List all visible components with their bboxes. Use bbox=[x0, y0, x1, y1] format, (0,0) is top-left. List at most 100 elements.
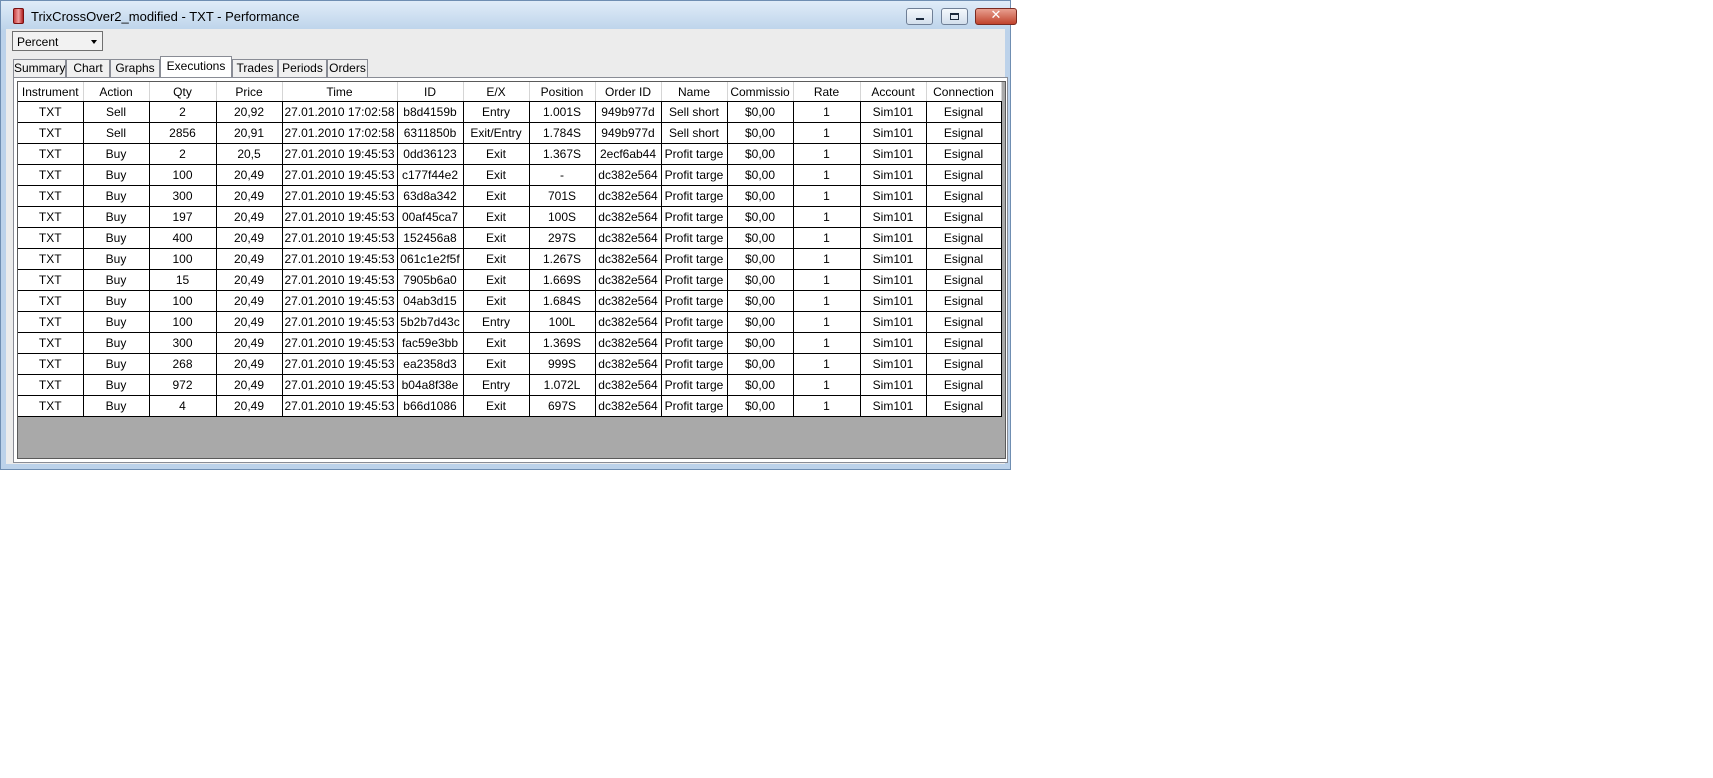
column-header-position[interactable]: Position bbox=[529, 82, 596, 102]
tab-graphs[interactable]: Graphs bbox=[110, 59, 160, 77]
table-cell: 27.01.2010 19:45:53 bbox=[282, 311, 398, 333]
chevron-down-icon bbox=[91, 40, 97, 44]
table-cell: Buy bbox=[83, 374, 150, 396]
table-cell: Buy bbox=[83, 185, 150, 207]
table-cell: Sell bbox=[83, 122, 150, 144]
table-row[interactable]: TXT Buy 268 20,49 27.01.2010 19:45:53 ea2358d… bbox=[18, 353, 1002, 375]
table-cell: Entry bbox=[463, 374, 530, 396]
table-row[interactable]: TXT Buy 300 20,49 27.01.2010 19:45:53 fac59e3… bbox=[18, 332, 1002, 354]
tab-summary[interactable]: Summary bbox=[13, 59, 66, 77]
column-header-e-x[interactable]: E/X bbox=[463, 82, 530, 102]
tab-trades[interactable]: Trades bbox=[232, 59, 278, 77]
table-cell: 20,91 bbox=[216, 122, 283, 144]
table-cell: 1.267S bbox=[529, 248, 596, 270]
table-cell: TXT bbox=[18, 164, 84, 186]
column-header-rate[interactable]: Rate bbox=[793, 82, 861, 102]
table-cell: 27.01.2010 19:45:53 bbox=[282, 164, 398, 186]
display-mode-dropdown[interactable]: Percent bbox=[12, 31, 103, 51]
display-mode-value: Percent bbox=[17, 35, 59, 49]
column-header-connection[interactable]: Connection bbox=[926, 82, 1002, 102]
table-cell: $0,00 bbox=[727, 353, 794, 375]
column-header-name[interactable]: Name bbox=[661, 82, 728, 102]
executions-grid[interactable]: Instrument Action Qty Price Time ID E/X Positio… bbox=[17, 81, 1006, 459]
table-cell: Profit targe bbox=[661, 290, 728, 312]
table-row[interactable]: TXT Buy 400 20,49 27.01.2010 19:45:53 152456a… bbox=[18, 227, 1002, 249]
column-header-account[interactable]: Account bbox=[860, 82, 927, 102]
table-row[interactable]: TXT Buy 100 20,49 27.01.2010 19:45:53 c177f44… bbox=[18, 164, 1002, 186]
table-cell: 4 bbox=[149, 395, 217, 417]
table-cell: $0,00 bbox=[727, 206, 794, 228]
tab-executions[interactable]: Executions bbox=[160, 56, 232, 77]
tab-periods[interactable]: Periods bbox=[278, 59, 327, 77]
executions-panel: Instrument Action Qty Price Time ID E/X Positio… bbox=[13, 77, 1008, 463]
column-header-qty[interactable]: Qty bbox=[149, 82, 217, 102]
minimize-button[interactable] bbox=[906, 8, 933, 25]
app-icon bbox=[13, 8, 24, 24]
table-row[interactable]: TXT Buy 15 20,49 27.01.2010 19:45:53 7905b6a0… bbox=[18, 269, 1002, 291]
table-cell: Profit targe bbox=[661, 311, 728, 333]
column-header-time[interactable]: Time bbox=[282, 82, 398, 102]
table-cell: 27.01.2010 17:02:58 bbox=[282, 122, 398, 144]
table-cell: 20,49 bbox=[216, 185, 283, 207]
table-cell: $0,00 bbox=[727, 101, 794, 123]
close-button[interactable]: ✕ bbox=[975, 8, 1017, 25]
table-cell: Sell bbox=[83, 101, 150, 123]
table-cell: Profit targe bbox=[661, 269, 728, 291]
title-bar[interactable]: TrixCrossOver2_modified - TXT - Performa… bbox=[1, 1, 1017, 31]
table-cell: Sell short bbox=[661, 101, 728, 123]
table-cell: 1 bbox=[793, 101, 861, 123]
table-cell: Sim101 bbox=[860, 269, 927, 291]
column-header-order-id[interactable]: Order ID bbox=[595, 82, 662, 102]
table-cell: 27.01.2010 19:45:53 bbox=[282, 248, 398, 270]
table-row[interactable]: TXT Buy 972 20,49 27.01.2010 19:45:53 b04a8f3… bbox=[18, 374, 1002, 396]
table-cell: 100 bbox=[149, 248, 217, 270]
table-cell: Buy bbox=[83, 353, 150, 375]
table-cell: Profit targe bbox=[661, 395, 728, 417]
table-cell: 20,49 bbox=[216, 248, 283, 270]
table-cell: Exit bbox=[463, 290, 530, 312]
table-row[interactable]: TXT Sell 2 20,92 27.01.2010 17:02:58 b8d4159b… bbox=[18, 101, 1002, 123]
table-cell: Profit targe bbox=[661, 374, 728, 396]
table-cell: 1 bbox=[793, 143, 861, 165]
table-row[interactable]: TXT Buy 300 20,49 27.01.2010 19:45:53 63d8a34… bbox=[18, 185, 1002, 207]
table-row[interactable]: TXT Buy 197 20,49 27.01.2010 19:45:53 00af45c… bbox=[18, 206, 1002, 228]
close-icon: ✕ bbox=[990, 8, 1002, 23]
column-header-action[interactable]: Action bbox=[83, 82, 150, 102]
table-cell: Exit bbox=[463, 206, 530, 228]
table-cell: 1 bbox=[793, 185, 861, 207]
table-cell: Sim101 bbox=[860, 248, 927, 270]
table-row[interactable]: TXT Sell 2856 20,91 27.01.2010 17:02:58 63118… bbox=[18, 122, 1002, 144]
tab-orders[interactable]: Orders bbox=[327, 59, 368, 77]
table-row[interactable]: TXT Buy 2 20,5 27.01.2010 19:45:53 0dd36123 Ex… bbox=[18, 143, 1002, 165]
table-cell: Sim101 bbox=[860, 206, 927, 228]
table-cell: 00af45ca7 bbox=[397, 206, 464, 228]
table-cell: 5b2b7d43c bbox=[397, 311, 464, 333]
table-cell: 1 bbox=[793, 311, 861, 333]
table-cell: Esignal bbox=[926, 269, 1002, 291]
table-cell: TXT bbox=[18, 290, 84, 312]
table-cell: Exit bbox=[463, 353, 530, 375]
maximize-button[interactable] bbox=[941, 8, 968, 25]
table-cell: 27.01.2010 19:45:53 bbox=[282, 353, 398, 375]
table-row[interactable]: TXT Buy 100 20,49 27.01.2010 19:45:53 04ab3d1… bbox=[18, 290, 1002, 312]
table-cell: Buy bbox=[83, 311, 150, 333]
table-row[interactable]: TXT Buy 4 20,49 27.01.2010 19:45:53 b66d1086 E… bbox=[18, 395, 1002, 417]
table-cell: dc382e564 bbox=[595, 206, 662, 228]
tab-chart[interactable]: Chart bbox=[66, 59, 110, 77]
table-cell: 1.684S bbox=[529, 290, 596, 312]
table-cell: 061c1e2f5f bbox=[397, 248, 464, 270]
performance-window: TrixCrossOver2_modified - TXT - Performa… bbox=[0, 0, 1017, 470]
table-cell: dc382e564 bbox=[595, 164, 662, 186]
table-cell: dc382e564 bbox=[595, 290, 662, 312]
table-cell: Esignal bbox=[926, 101, 1002, 123]
column-header-instrument[interactable]: Instrument bbox=[18, 82, 84, 102]
column-header-id[interactable]: ID bbox=[397, 82, 464, 102]
table-row[interactable]: TXT Buy 100 20,49 27.01.2010 19:45:53 061c1e2… bbox=[18, 248, 1002, 270]
table-cell: 20,49 bbox=[216, 395, 283, 417]
column-header-commissio[interactable]: Commissio bbox=[727, 82, 794, 102]
column-header-price[interactable]: Price bbox=[216, 82, 283, 102]
table-cell: 7905b6a0 bbox=[397, 269, 464, 291]
table-cell: 1 bbox=[793, 290, 861, 312]
table-cell: 63d8a342 bbox=[397, 185, 464, 207]
table-row[interactable]: TXT Buy 100 20,49 27.01.2010 19:45:53 5b2b7d4… bbox=[18, 311, 1002, 333]
